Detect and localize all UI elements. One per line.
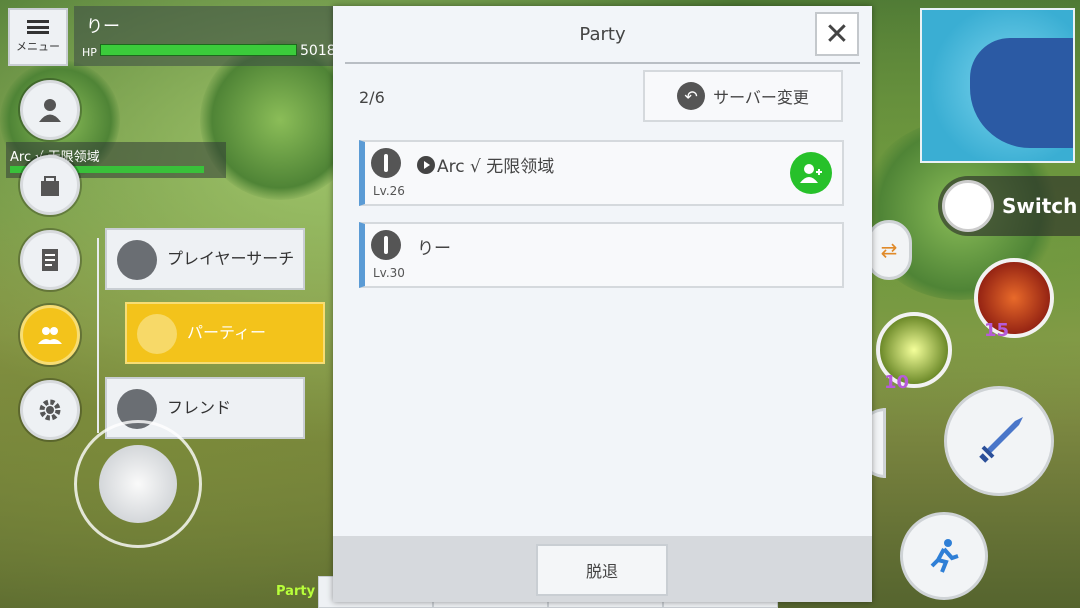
- skill-1-count: 15: [984, 320, 1010, 341]
- group-icon: [137, 314, 177, 354]
- sword-icon: [371, 230, 401, 260]
- title-divider: [345, 62, 860, 64]
- party-member-row[interactable]: Lv.26 Arc √ 无限领域: [359, 140, 844, 206]
- party-item[interactable]: パーティー: [125, 302, 325, 364]
- minimap[interactable]: [920, 8, 1075, 163]
- dialog-title: Party: [579, 24, 626, 45]
- server-change-button[interactable]: ↶ サーバー変更: [643, 70, 843, 122]
- profile-button[interactable]: [20, 80, 80, 140]
- member-name-wrap: りー: [417, 234, 451, 259]
- menu-button[interactable]: メニュー: [8, 8, 68, 66]
- switch-icon: [942, 180, 994, 232]
- dash-button[interactable]: [900, 512, 988, 600]
- inventory-button[interactable]: [20, 155, 80, 215]
- player-status: りー HP 5018 / 5018 /: [74, 6, 394, 66]
- switch-label: Switch: [1002, 194, 1078, 218]
- submenu-connector: [97, 238, 99, 433]
- minimap-island: [970, 38, 1073, 148]
- close-button[interactable]: ✕: [815, 12, 859, 56]
- sword-icon: [371, 148, 401, 178]
- player-search-label: プレイヤーサーチ: [167, 249, 295, 268]
- gear-icon: [39, 399, 61, 421]
- party-dialog: Party ✕ 2/6 ↶ サーバー変更 Lv.26 Arc √ 无限领域 Lv…: [333, 6, 872, 602]
- switch-button[interactable]: Switch: [938, 176, 1080, 236]
- quest-button[interactable]: [20, 230, 80, 290]
- server-change-label: サーバー変更: [713, 88, 809, 107]
- movement-joystick[interactable]: [74, 420, 202, 548]
- add-friend-icon: [800, 164, 822, 183]
- joystick-knob[interactable]: [99, 445, 177, 523]
- social-button[interactable]: [20, 305, 80, 365]
- skill-button-2[interactable]: 10: [876, 312, 952, 393]
- player-search-item[interactable]: プレイヤーサーチ: [105, 228, 305, 290]
- add-friend-button[interactable]: [790, 152, 832, 194]
- settings-button[interactable]: [20, 380, 80, 440]
- skill-button-1[interactable]: 15: [974, 258, 1054, 341]
- member-name-wrap: Arc √ 无限领域: [417, 152, 554, 177]
- member-name: Arc √ 无限领域: [437, 157, 555, 177]
- party-label: パーティー: [187, 323, 267, 342]
- member-level: Lv.30: [373, 266, 405, 280]
- hp-bar: [100, 44, 297, 56]
- party-count: 2/6: [359, 88, 385, 107]
- member-level: Lv.26: [373, 184, 405, 198]
- undo-icon: ↶: [677, 82, 706, 110]
- leave-label: 脱退: [585, 562, 618, 581]
- swap-weapon-button[interactable]: ⇄: [866, 220, 912, 280]
- hp-label: HP: [82, 46, 97, 59]
- leader-icon: [417, 155, 435, 174]
- close-icon: ✕: [824, 16, 850, 52]
- swap-icon: ⇄: [880, 238, 898, 262]
- player-name: りー: [86, 17, 120, 37]
- menu-label: メニュー: [16, 40, 60, 53]
- party-tag: Party: [276, 584, 316, 599]
- hamburger-icon: [27, 20, 49, 34]
- party-member-row[interactable]: Lv.30 りー: [359, 222, 844, 288]
- person-icon: [39, 99, 61, 122]
- friend-label: フレンド: [167, 398, 232, 417]
- attack-button[interactable]: [944, 386, 1054, 496]
- leave-party-button[interactable]: 脱退: [536, 544, 668, 596]
- skill-2-count: 10: [884, 372, 910, 393]
- document-icon: [42, 249, 58, 271]
- member-name: りー: [417, 239, 451, 259]
- running-icon: [930, 539, 959, 573]
- group-icon: [38, 327, 62, 344]
- person-search-icon: [117, 240, 157, 280]
- sword-icon: [979, 417, 1023, 463]
- bag-icon: [41, 176, 59, 196]
